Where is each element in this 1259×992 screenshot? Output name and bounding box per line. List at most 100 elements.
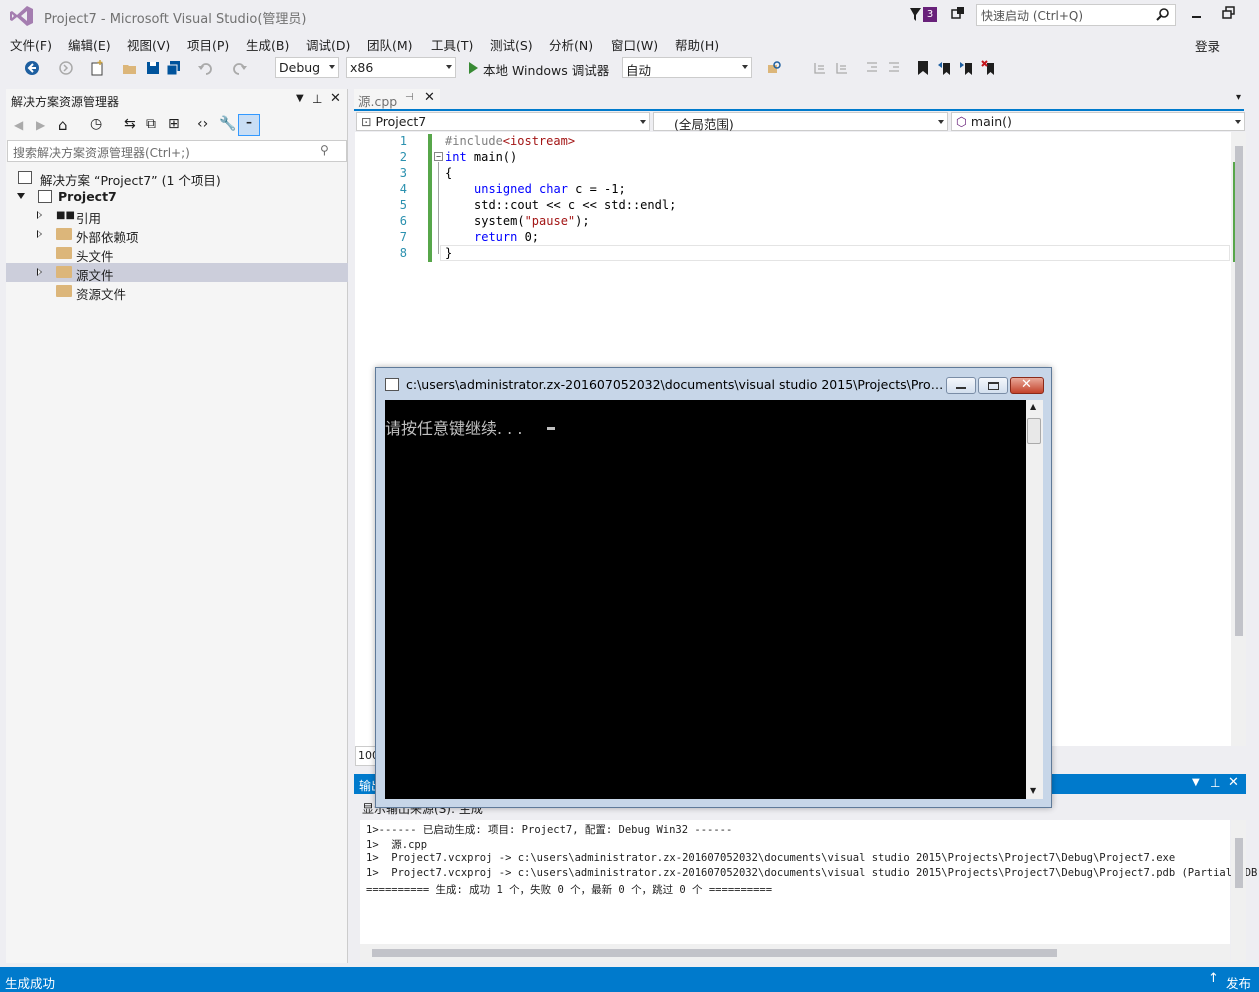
find-in-files-icon[interactable] (766, 60, 782, 76)
minimize-icon[interactable] (1188, 4, 1206, 22)
pending-changes-filter-icon[interactable]: ◷ (90, 116, 102, 132)
collapsed-arrow-icon[interactable] (37, 211, 42, 219)
menu-debug[interactable]: 调试(D) (306, 35, 350, 54)
console-close-button[interactable]: ✕ (1010, 377, 1044, 394)
debug-mode-select[interactable]: 自动 (622, 57, 752, 78)
notification-count-badge[interactable]: 3 (923, 7, 937, 22)
console-screen[interactable]: 请按任意键继续. . . (385, 400, 1026, 799)
panel-dropdown-icon[interactable]: ▼ (296, 93, 304, 104)
feedback-icon[interactable] (950, 6, 966, 22)
output-text-area[interactable]: 1>------ 已启动生成: 项目: Project7, 配置: Debug … (360, 820, 1259, 944)
tree-item-source-files[interactable]: 源文件 (6, 263, 348, 283)
previous-bookmark-icon[interactable] (937, 60, 953, 76)
restore-icon[interactable] (1220, 4, 1238, 22)
scrollbar-thumb[interactable] (1235, 838, 1243, 888)
tree-item-header-files[interactable]: 头文件 (6, 244, 348, 264)
solution-configuration-select[interactable]: Debug (275, 57, 339, 78)
solution-search-input[interactable]: 搜索解决方案资源管理器(Ctrl+;) ⚲ (7, 140, 347, 162)
back-icon[interactable] (24, 60, 40, 76)
collapse-all-icon[interactable]: ⧉ (146, 116, 156, 132)
increase-indent-icon[interactable] (886, 60, 902, 76)
console-minimize-button[interactable] (946, 377, 976, 394)
forward-icon[interactable]: ▶ (36, 118, 45, 132)
start-debugging-icon[interactable] (465, 60, 481, 76)
expanded-arrow-icon[interactable] (17, 193, 25, 199)
open-file-icon[interactable] (122, 60, 138, 76)
console-window[interactable]: c:\users\administrator.zx-201607052032\d… (375, 367, 1052, 808)
output-vertical-scrollbar[interactable] (1231, 820, 1246, 962)
menu-test[interactable]: 测试(S) (490, 35, 533, 54)
pin-icon[interactable]: ⊣ (405, 92, 414, 103)
scroll-down-icon[interactable]: ▼ (1030, 786, 1036, 795)
scrollbar-thumb[interactable] (372, 949, 1057, 957)
menu-help[interactable]: 帮助(H) (675, 35, 719, 54)
collapse-outline-icon[interactable]: − (434, 152, 443, 161)
menu-file[interactable]: 文件(F) (10, 35, 52, 54)
uncomment-icon[interactable] (834, 60, 850, 76)
properties-icon[interactable]: 🔧 (219, 116, 236, 132)
bookmark-icon[interactable] (915, 60, 931, 76)
clear-bookmarks-icon[interactable] (981, 60, 997, 76)
close-icon[interactable]: ✕ (1228, 775, 1239, 790)
project-nav-select[interactable]: ⊡ Project7 (356, 112, 650, 131)
tree-item-external-dependencies[interactable]: 外部依赖项 (6, 225, 348, 245)
panel-dropdown-icon[interactable]: ▼ (1192, 777, 1200, 788)
solution-explorer-toolbar: ◀ ▶ ⌂ ◷ ⇆ ⧉ ⊞ ‹› 🔧 – (6, 113, 348, 139)
back-icon[interactable]: ◀ (14, 118, 23, 132)
folder-icon (56, 247, 72, 259)
preview-selected-icon[interactable]: – (238, 114, 260, 136)
save-icon[interactable] (145, 60, 161, 76)
code-token: { (445, 166, 453, 180)
next-bookmark-icon[interactable] (959, 60, 975, 76)
solution-platform-select[interactable]: x86 (346, 57, 456, 78)
menu-edit[interactable]: 编辑(E) (68, 35, 111, 54)
editor-vertical-scrollbar[interactable] (1231, 132, 1246, 746)
redo-icon[interactable] (232, 60, 248, 76)
publish-arrow-icon[interactable]: ↑ (1208, 971, 1219, 986)
close-icon[interactable]: ✕ (424, 90, 435, 105)
collapsed-arrow-icon[interactable] (37, 268, 42, 276)
save-all-icon[interactable] (166, 60, 182, 76)
menu-tools[interactable]: 工具(T) (431, 35, 473, 54)
scope-nav-select[interactable]: (全局范围) (653, 112, 948, 132)
scrollbar-thumb[interactable] (1027, 418, 1041, 444)
publish-button[interactable]: 发布 (1226, 973, 1251, 992)
tab-source-cpp[interactable]: 源.cpp ⊣ ✕ (354, 89, 440, 109)
comment-out-icon[interactable] (812, 60, 828, 76)
scrollbar-thumb[interactable] (1235, 146, 1243, 636)
menu-view[interactable]: 视图(V) (127, 35, 170, 54)
menu-project[interactable]: 项目(P) (187, 35, 229, 54)
keyword-token: int (445, 150, 467, 164)
member-nav-select[interactable]: ⬡ main() (951, 112, 1245, 131)
forward-icon[interactable] (58, 60, 74, 76)
nav-member-value: main() (970, 114, 1012, 129)
decrease-indent-icon[interactable] (864, 60, 880, 76)
menu-team[interactable]: 团队(M) (367, 35, 413, 54)
close-icon[interactable]: ✕ (330, 91, 341, 106)
quick-launch-input[interactable]: 快速启动 (Ctrl+Q) (976, 4, 1176, 26)
menu-build[interactable]: 生成(B) (246, 35, 289, 54)
show-all-files-icon[interactable]: ⊞ (168, 116, 180, 132)
pin-icon[interactable]: ⊥ (1210, 776, 1220, 790)
menu-analyze[interactable]: 分析(N) (549, 35, 593, 54)
collapsed-arrow-icon[interactable] (37, 230, 42, 238)
menu-window[interactable]: 窗口(W) (611, 35, 658, 54)
tree-item-solution[interactable]: 解决方案 “Project7” (1 个项目) (6, 168, 348, 188)
tree-item-project[interactable]: Project7 (6, 187, 348, 206)
start-debugger-button[interactable]: 本地 Windows 调试器 (483, 60, 609, 79)
console-maximize-button[interactable] (978, 377, 1008, 394)
output-horizontal-scrollbar[interactable] (360, 944, 1230, 962)
home-icon[interactable]: ⌂ (58, 116, 68, 134)
new-project-icon[interactable] (89, 60, 105, 76)
scroll-up-icon[interactable]: ▲ (1030, 402, 1036, 411)
pin-icon[interactable]: ⊥ (312, 92, 322, 106)
tree-item-resource-files[interactable]: 资源文件 (6, 282, 348, 302)
view-code-icon[interactable]: ‹› (197, 116, 208, 132)
output-line: ========== 生成: 成功 1 个，失败 0 个，最新 0 个，跳过 0… (366, 884, 773, 896)
undo-icon[interactable] (197, 60, 213, 76)
tab-overflow-icon[interactable]: ▾ (1236, 92, 1241, 103)
sync-icon[interactable]: ⇆ (124, 116, 136, 132)
tree-item-references[interactable]: ■■ 引用 (6, 206, 348, 226)
sign-in-link[interactable]: 登录 (1195, 36, 1220, 55)
console-vertical-scrollbar[interactable]: ▲ ▼ (1026, 400, 1043, 799)
